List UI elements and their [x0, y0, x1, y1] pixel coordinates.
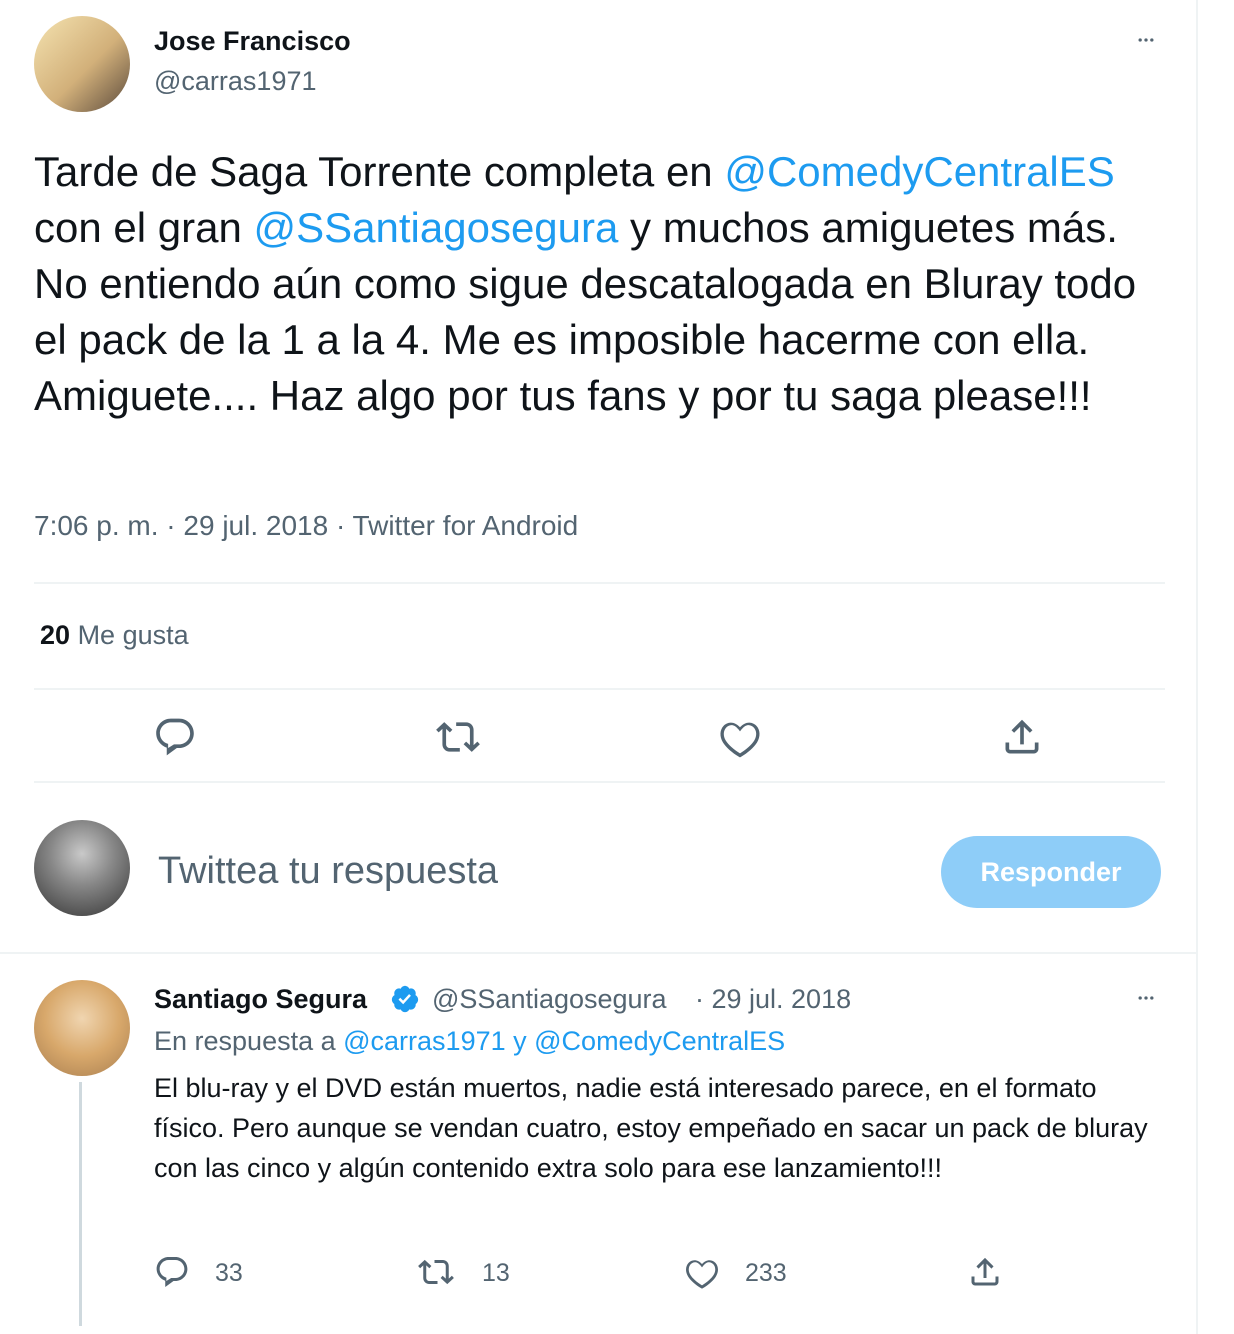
- reply-button[interactable]: Responder: [941, 836, 1161, 908]
- like-count: 233: [745, 1259, 787, 1287]
- verified-badge-icon: [390, 984, 420, 1014]
- divider: [34, 688, 1165, 690]
- heart-icon[interactable]: [718, 715, 762, 759]
- mention-link[interactable]: @ComedyCentralES: [534, 1026, 785, 1056]
- tweet-text-part: Tarde de Saga Torrente completa en: [34, 148, 725, 195]
- divider: [0, 952, 1198, 954]
- thread-line: [79, 1082, 82, 1326]
- reply-count: 33: [215, 1259, 243, 1287]
- mention-link[interactable]: @ComedyCentralES: [724, 148, 1114, 195]
- reply-text: El blu-ray y el DVD están muertos, nadie…: [154, 1073, 1148, 1183]
- likes-count: 20: [40, 620, 71, 650]
- retweet-count: 13: [482, 1259, 510, 1287]
- divider: [34, 781, 1165, 783]
- share-icon[interactable]: [967, 1254, 1003, 1290]
- author-name[interactable]: Jose Francisco: [154, 26, 351, 57]
- reply-input[interactable]: Twittea tu respuesta: [158, 850, 498, 893]
- author-avatar[interactable]: [34, 16, 130, 112]
- tweet-text-part: con el gran: [34, 204, 254, 251]
- reply-author-avatar[interactable]: [34, 980, 130, 1076]
- current-user-avatar[interactable]: [34, 820, 130, 916]
- author-handle[interactable]: @carras1971: [154, 66, 317, 97]
- heart-icon[interactable]: [684, 1254, 720, 1290]
- in-reply-prefix: En respuesta a: [154, 1026, 344, 1056]
- in-reply-to: En respuesta a @carras1971 y @ComedyCent…: [154, 1026, 785, 1057]
- tweet-timestamp[interactable]: 7:06 p. m. · 29 jul. 2018 · Twitter for …: [34, 510, 578, 542]
- in-reply-and: y: [505, 1026, 535, 1056]
- mention-link[interactable]: @carras1971: [343, 1026, 506, 1056]
- reply-icon[interactable]: [153, 715, 197, 759]
- reply-author-name[interactable]: Santiago Segura: [154, 984, 367, 1015]
- reply-author-handle[interactable]: @SSantiagosegura: [432, 984, 667, 1015]
- tweet-column: Jose Francisco @carras1971 Tarde de Saga…: [0, 0, 1198, 1334]
- reply-date[interactable]: · 29 jul. 2018: [695, 984, 851, 1015]
- divider: [34, 582, 1165, 584]
- likes-label: Me gusta: [77, 620, 189, 650]
- mention-link[interactable]: @SSantiagosegura: [253, 204, 618, 251]
- reply-icon[interactable]: [154, 1254, 190, 1290]
- tweet-text: Tarde de Saga Torrente completa en @Come…: [34, 144, 1174, 424]
- retweet-icon[interactable]: [418, 1254, 454, 1290]
- likes-summary[interactable]: 20 Me gusta: [40, 620, 189, 651]
- more-icon[interactable]: [1126, 988, 1166, 1008]
- retweet-icon[interactable]: [436, 715, 480, 759]
- share-icon[interactable]: [1000, 715, 1044, 759]
- more-icon[interactable]: [1126, 30, 1166, 50]
